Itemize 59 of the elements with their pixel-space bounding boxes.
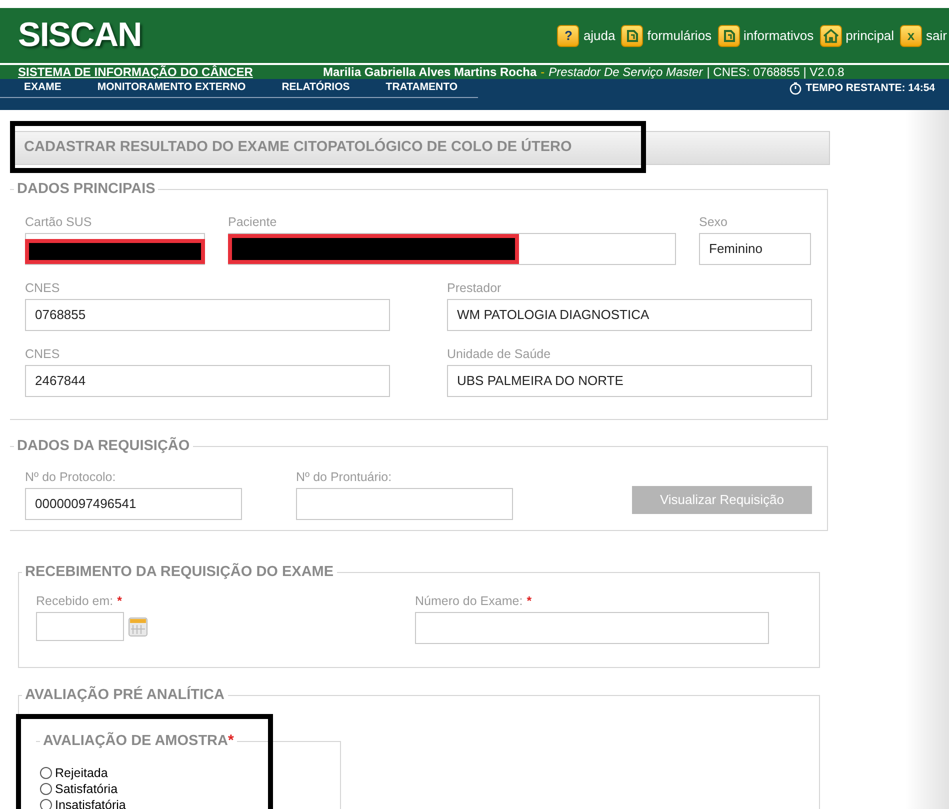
section-legend: AVALIAÇÃO DE AMOSTRA xyxy=(43,731,228,751)
home-icon xyxy=(820,24,842,46)
field-label: Recebido em: xyxy=(36,593,114,610)
timer-text: TEMPO RESTANTE: 14:54 xyxy=(806,80,935,96)
input-field[interactable]: Feminino xyxy=(699,233,811,265)
field-label: Sexo xyxy=(699,214,728,231)
user-role: Prestador De Serviço Master xyxy=(548,66,703,78)
header-link[interactable]: ? ajuda xyxy=(557,24,616,46)
header-link[interactable]: formulários xyxy=(621,24,712,46)
nav-item[interactable]: EXAME xyxy=(24,80,62,96)
field-label: Número do Exame: xyxy=(415,593,523,610)
nav-item[interactable]: MONITORAMENTO EXTERNO xyxy=(97,80,246,96)
logo: SISCAN xyxy=(18,15,142,56)
header-link[interactable]: informativos xyxy=(718,24,814,46)
field-label: CNES xyxy=(25,280,61,297)
close-icon: x xyxy=(900,24,922,46)
header-link[interactable]: principal xyxy=(820,24,894,46)
input-field[interactable]: UBS PALMEIRA DO NORTE xyxy=(447,365,812,397)
section-legend: DADOS DA REQUISIÇÃO xyxy=(17,436,190,456)
radio-button[interactable] xyxy=(40,799,52,809)
field-label: Paciente xyxy=(228,214,278,231)
radio-option[interactable]: Satisfatória xyxy=(40,781,118,797)
document-icon xyxy=(621,24,644,46)
input-field[interactable]: 2467844 xyxy=(25,365,390,397)
field-label: Prestador xyxy=(447,280,502,297)
page-title: CADASTRAR RESULTADO DO EXAME CITOPATOLÓGICO DE COLO DE ÚTERO xyxy=(24,137,572,158)
field-label: CNES xyxy=(25,346,61,363)
field-label: Cartão SUS xyxy=(25,214,93,231)
separator: - xyxy=(540,66,545,78)
input-field[interactable] xyxy=(25,233,205,265)
section-legend: DADOS PRINCIPAIS xyxy=(17,179,156,199)
section-legend: AVALIAÇÃO PRÉ ANALÍTICA xyxy=(25,685,225,705)
timer-icon xyxy=(788,82,802,95)
field-label: Nº do Prontuário: xyxy=(296,469,393,486)
date-field[interactable] xyxy=(36,612,124,641)
radio-button[interactable] xyxy=(40,767,52,779)
section-legend: RECEBIMENTO DA REQUISIÇÃO DO EXAME xyxy=(25,562,334,582)
system-name: SISTEMA DE INFORMAÇÃO DO CÂNCER xyxy=(18,66,254,78)
required-mark: * xyxy=(228,731,234,751)
cnes-version: | CNES: 0768855 | V2.0.8 xyxy=(706,66,844,78)
input-field[interactable]: 0768855 xyxy=(25,299,390,331)
input-field[interactable] xyxy=(415,612,769,644)
radio-option[interactable]: Rejeitada xyxy=(40,765,108,781)
required-mark: * xyxy=(526,593,532,610)
input-field[interactable] xyxy=(228,233,676,265)
radio-option[interactable]: Insatisfatória xyxy=(40,797,126,809)
header-link[interactable]: x sair xyxy=(900,24,947,46)
user-name: Marilia Gabriella Alves Martins Rocha xyxy=(323,66,537,78)
input-field[interactable] xyxy=(296,488,513,520)
document-icon xyxy=(718,24,740,46)
nav-item[interactable]: TRATAMENTO xyxy=(386,80,458,96)
radio-button[interactable] xyxy=(40,783,52,795)
required-mark: * xyxy=(117,593,122,610)
nav-item[interactable]: RELATÓRIOS xyxy=(282,80,350,96)
help-icon: ? xyxy=(557,24,580,46)
field-label: Unidade de Saúde xyxy=(447,346,552,363)
input-field[interactable]: 00000097496541 xyxy=(25,488,242,520)
input-field[interactable]: WM PATOLOGIA DIAGNOSTICA xyxy=(447,299,812,331)
field-label: Nº do Protocolo: xyxy=(25,469,117,486)
